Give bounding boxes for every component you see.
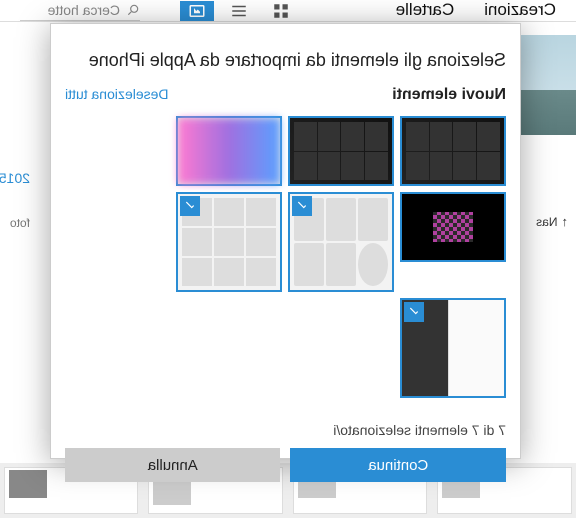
search-input[interactable]: Cerca hotte [20, 2, 140, 21]
import-dialog: Seleziona gli elementi da importare da A… [50, 23, 521, 459]
import-icon[interactable] [180, 1, 214, 21]
thumb-item[interactable] [176, 192, 282, 292]
check-icon [292, 196, 312, 216]
check-icon [180, 196, 200, 216]
thumb-item[interactable] [288, 192, 394, 292]
thumb-item[interactable] [400, 298, 506, 398]
section-label: Nuovi elementi [392, 86, 506, 104]
search-icon [126, 3, 140, 17]
date-sub: foto [0, 216, 30, 230]
thumb-item[interactable] [400, 192, 506, 262]
hide-side-label[interactable]: ↑ Nas [536, 214, 568, 229]
thumb-item[interactable] [288, 116, 394, 186]
date-heading: 2015 [0, 170, 30, 186]
tab-creations[interactable]: Creazioni [484, 0, 556, 20]
thumb-item[interactable] [176, 116, 282, 186]
check-icon [404, 302, 424, 322]
view-grid-icon[interactable] [264, 1, 298, 21]
selection-status: 7 di 7 elementi selezionato/i [65, 422, 506, 438]
thumb-item[interactable] [400, 116, 506, 186]
dialog-title: Seleziona gli elementi da importare da A… [65, 48, 506, 72]
view-list-icon[interactable] [222, 1, 256, 21]
cancel-button[interactable]: Annulla [65, 448, 281, 482]
tab-folders[interactable]: Cartelle [396, 0, 455, 20]
thumbnail-grid [65, 116, 506, 398]
continue-button[interactable]: Continua [291, 448, 507, 482]
deselect-all-link[interactable]: Deseleziona tutti [65, 86, 169, 102]
bg-photo [521, 35, 576, 135]
